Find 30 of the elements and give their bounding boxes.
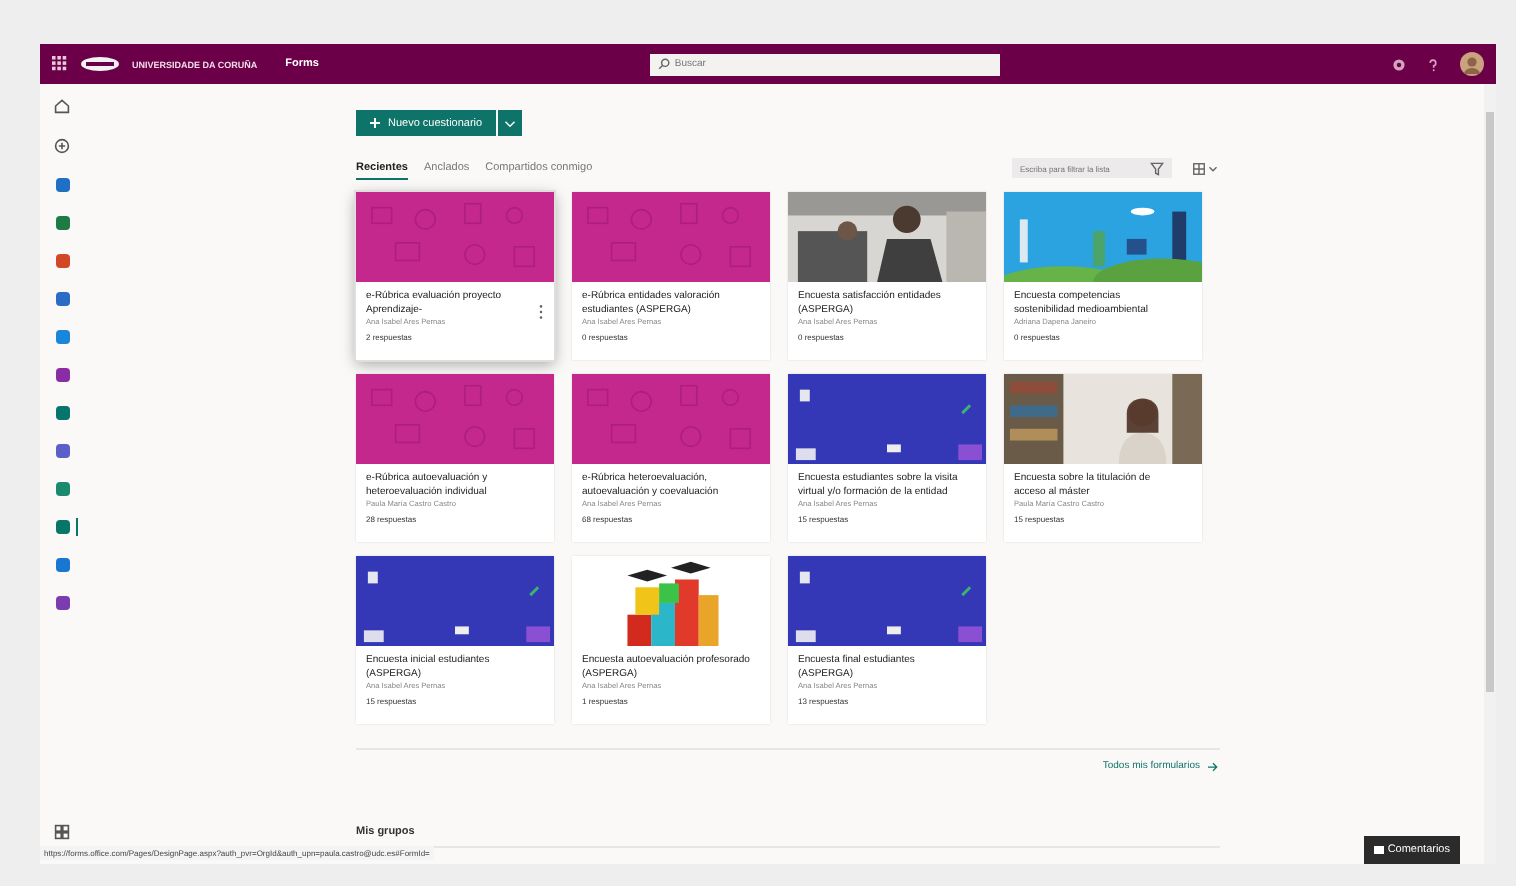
app-icon[interactable]: [55, 292, 69, 306]
app-icon[interactable]: [55, 254, 69, 268]
chevron-down-icon: [504, 119, 517, 127]
more-options-icon[interactable]: [538, 304, 544, 320]
comment-icon: [1373, 846, 1384, 854]
help-icon[interactable]: [1426, 57, 1440, 71]
app-icon[interactable]: [55, 596, 69, 610]
app-icon[interactable]: [55, 368, 69, 382]
plus-icon: [370, 118, 380, 128]
app-icon[interactable]: [55, 558, 69, 572]
app-launcher-icon[interactable]: [52, 56, 68, 72]
scrollbar[interactable]: [1484, 84, 1496, 864]
filter-icon: [1150, 161, 1164, 175]
university-logo-icon: [80, 56, 120, 72]
app-grid-icon[interactable]: [54, 824, 70, 840]
add-icon[interactable]: [54, 138, 70, 154]
app-icon[interactable]: [55, 330, 69, 344]
settings-icon[interactable]: [1392, 57, 1406, 71]
home-icon[interactable]: [54, 98, 70, 114]
app-icon[interactable]: [55, 444, 69, 458]
arrow-right-icon: [1206, 761, 1220, 771]
view-switch-icon[interactable]: [1192, 161, 1220, 175]
app-icon[interactable]: [55, 520, 69, 534]
app-icon[interactable]: [55, 406, 69, 420]
app-icon[interactable]: [55, 482, 69, 496]
dropdown-button[interactable]: [498, 110, 523, 136]
app-icon[interactable]: [55, 178, 69, 192]
app-icon[interactable]: [55, 216, 69, 230]
search-icon: [658, 58, 671, 70]
avatar-icon[interactable]: [1460, 52, 1484, 76]
